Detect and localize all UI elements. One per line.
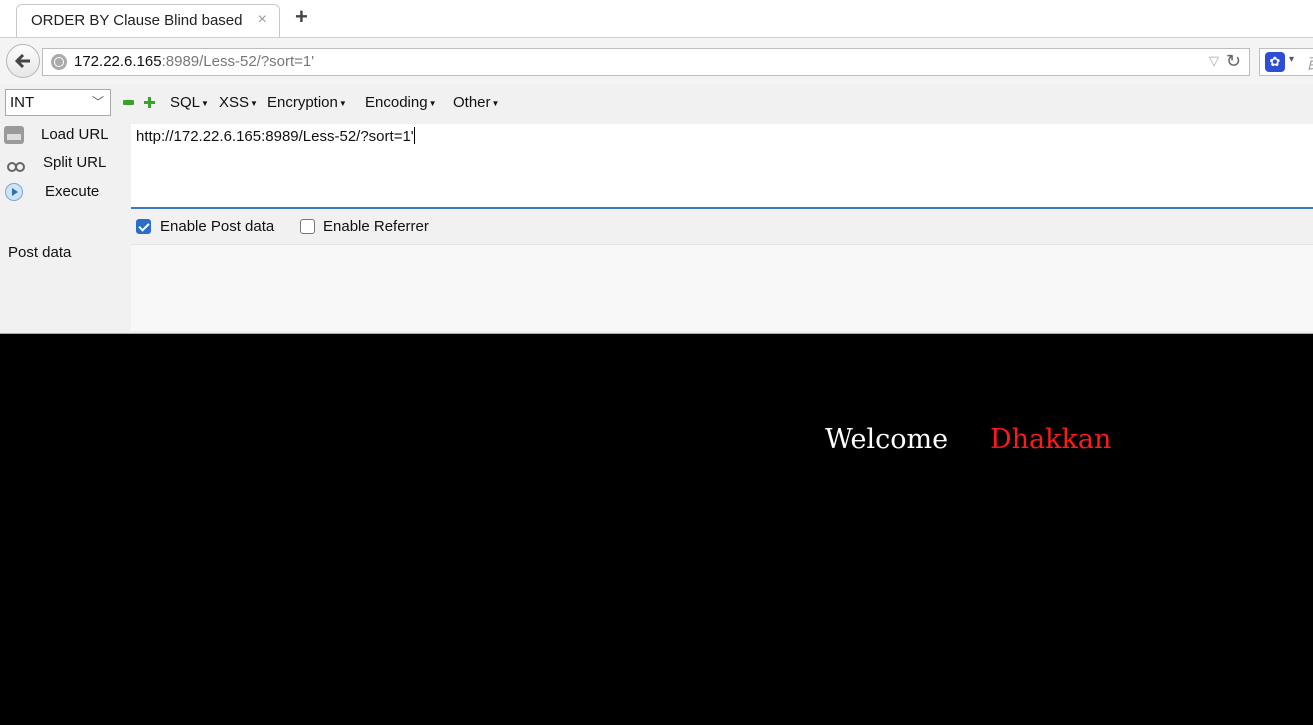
load-url-button[interactable]: Load URL bbox=[4, 124, 124, 148]
history-dropdown-icon[interactable]: ▽ bbox=[1209, 53, 1219, 69]
execute-label: Execute bbox=[45, 183, 100, 200]
type-select[interactable]: INT ﹀ bbox=[5, 89, 111, 116]
url-textarea[interactable]: http://172.22.6.165:8989/Less-52/?sort=1… bbox=[131, 124, 1313, 209]
navigation-bar: 172.22.6.165:8989/Less-52/?sort=1' ▽ ↻ ✿… bbox=[0, 38, 1313, 84]
split-url-button[interactable]: Split URL bbox=[4, 152, 124, 176]
post-data-textarea[interactable] bbox=[131, 244, 1313, 331]
enable-referrer-checkbox[interactable] bbox=[300, 219, 315, 234]
split-url-label: Split URL bbox=[43, 154, 107, 171]
search-placeholder: 百 bbox=[1306, 53, 1313, 74]
tab-strip: ORDER BY Clause Blind based × + bbox=[0, 0, 1313, 38]
tab-title: ORDER BY Clause Blind based bbox=[31, 12, 243, 29]
execute-button[interactable]: Execute bbox=[4, 181, 124, 205]
chevron-down-icon: ﹀ bbox=[91, 95, 104, 109]
scissors-icon bbox=[7, 154, 25, 172]
menu-encryption[interactable]: Encryption▼ bbox=[267, 94, 347, 111]
address-text[interactable]: 172.22.6.165:8989/Less-52/?sort=1' bbox=[74, 53, 314, 70]
increase-icon[interactable] bbox=[144, 97, 155, 108]
user-name-text: Dhakkan bbox=[990, 424, 1112, 455]
back-button[interactable] bbox=[6, 44, 40, 78]
type-select-value: INT bbox=[10, 94, 35, 111]
search-box[interactable]: ✿ ▾ 百 bbox=[1259, 48, 1313, 76]
welcome-text: Welcome bbox=[825, 424, 949, 455]
load-url-icon bbox=[4, 126, 24, 144]
menu-xss[interactable]: XSS▼ bbox=[219, 94, 258, 111]
post-data-label: Post data bbox=[8, 244, 72, 261]
page-content: Welcome Dhakkan bbox=[0, 334, 1313, 725]
globe-icon bbox=[51, 54, 67, 70]
tab-active[interactable]: ORDER BY Clause Blind based × bbox=[16, 4, 280, 37]
tab-close-icon[interactable]: × bbox=[258, 11, 267, 29]
search-engine-dropdown-icon[interactable]: ▾ bbox=[1289, 54, 1294, 65]
decrease-icon[interactable] bbox=[123, 100, 134, 105]
baidu-paw-icon[interactable]: ✿ bbox=[1265, 52, 1285, 72]
play-icon bbox=[5, 183, 23, 201]
menu-sql[interactable]: SQL▼ bbox=[170, 94, 209, 111]
text-cursor bbox=[413, 127, 415, 144]
menu-encoding[interactable]: Encoding▼ bbox=[365, 94, 436, 111]
load-url-label: Load URL bbox=[41, 126, 109, 143]
reload-icon[interactable]: ↻ bbox=[1226, 51, 1241, 72]
hackbar-panel: INT ﹀ SQL▼ XSS▼ Encryption▼ Encoding▼ Ot… bbox=[0, 84, 1313, 334]
url-textarea-value[interactable]: http://172.22.6.165:8989/Less-52/?sort=1… bbox=[136, 127, 415, 145]
menu-other[interactable]: Other▼ bbox=[453, 94, 499, 111]
back-arrow-icon bbox=[14, 53, 30, 69]
enable-post-checkbox[interactable] bbox=[136, 219, 151, 234]
new-tab-button[interactable]: + bbox=[295, 6, 308, 28]
enable-post-label[interactable]: Enable Post data bbox=[160, 218, 274, 235]
enable-referrer-label[interactable]: Enable Referrer bbox=[323, 218, 429, 235]
address-bar[interactable]: 172.22.6.165:8989/Less-52/?sort=1' ▽ ↻ bbox=[42, 48, 1250, 76]
